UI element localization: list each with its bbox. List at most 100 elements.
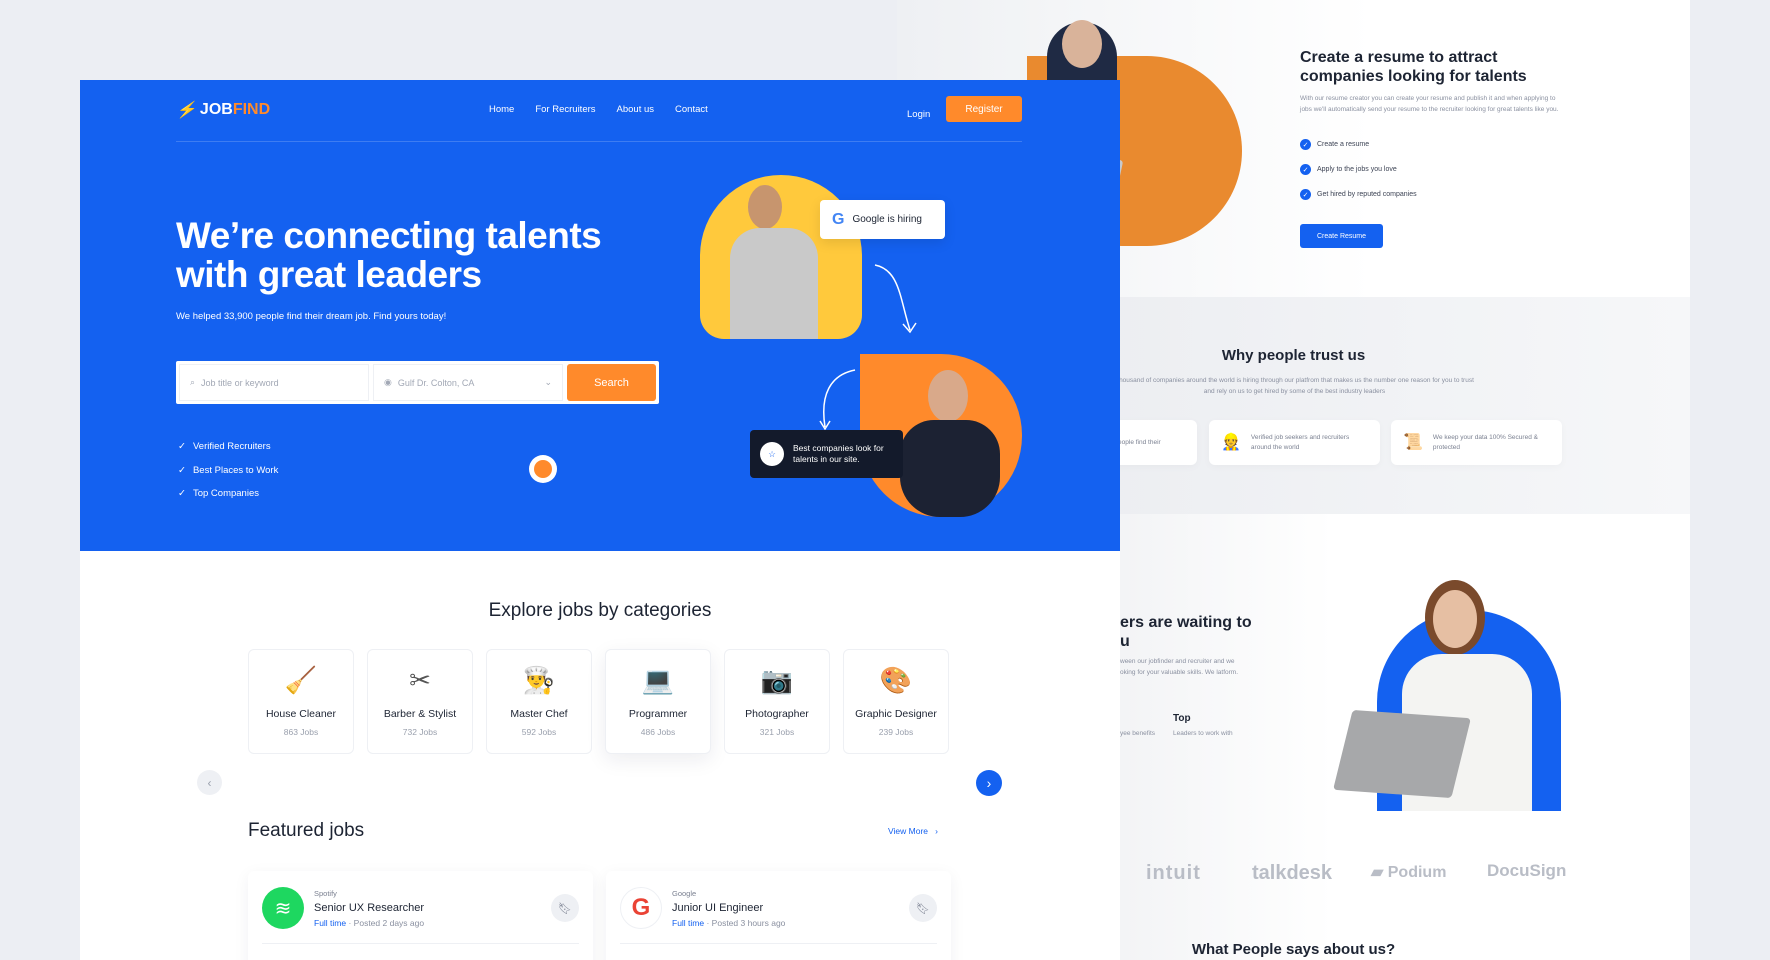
create-resume-button[interactable]: Create Resume — [1300, 224, 1383, 248]
barber-icon: ✂ — [409, 665, 431, 695]
login-link-text[interactable]: Login — [907, 109, 930, 120]
curved-arrow-icon — [874, 264, 917, 334]
docusign-logo: DocuSign — [1487, 861, 1567, 880]
chevron-right-icon: › — [986, 775, 992, 791]
waiting-title: ers are waiting to u — [1120, 614, 1252, 650]
check-label: Top Companies — [192, 488, 259, 499]
verified-user-icon: 👷 — [1221, 433, 1241, 451]
check-icon: ✓ — [178, 488, 186, 499]
stat-2-label: Leaders to work with — [1173, 730, 1233, 737]
man-head — [748, 185, 782, 229]
photographer-icon: 📷 — [760, 665, 794, 695]
resume-check-2: ✓ Apply to the jobs you love — [1300, 164, 1397, 175]
trust-card-text: Verified job seekers and recruiters arou… — [1250, 433, 1350, 451]
podium-logo-text: Podium — [1387, 864, 1447, 881]
nav-home[interactable]: Home — [489, 104, 514, 115]
nav-for-recruiters[interactable]: For Recruiters — [535, 104, 595, 115]
categories-title: Explore jobs by categories — [488, 600, 712, 621]
man-suit — [900, 420, 1000, 517]
login-link[interactable]: Login — [907, 104, 930, 122]
star-icon: ☆ — [760, 442, 784, 466]
job-search-bar: ⌕ Job title or keyword ◉ Gulf Dr. Colton, … — [176, 361, 659, 404]
stat-2-title: Top — [1173, 713, 1191, 724]
register-button[interactable]: Register — [946, 96, 1022, 122]
man-head — [928, 370, 968, 422]
category-count: 732 Jobs — [402, 727, 438, 737]
category-card[interactable]: 🧹 House Cleaner 863 Jobs — [248, 649, 354, 754]
job-card[interactable]: ≋ Spotify Senior UX Researcher Full time · … — [248, 871, 593, 960]
resume-title: Create a resume to attract companies loo… — [1300, 49, 1527, 85]
check-circle-icon: ✓ — [1300, 189, 1311, 200]
category-count: 321 Jobs — [759, 727, 795, 737]
category-card[interactable]: 🎨 Graphic Designer 239 Jobs — [843, 649, 949, 754]
bookmark-icon: 🔖︎ — [558, 902, 572, 915]
job-card[interactable]: G Google Junior UI Engineer Full time · Pos… — [606, 871, 951, 960]
hero-check-3: ✓ Top Companies — [178, 488, 259, 499]
nav-divider — [176, 141, 1022, 142]
hero-headline: We’re connecting talents with great lead… — [176, 215, 602, 295]
briefcase-icon — [534, 460, 552, 478]
google-logo-icon: G — [620, 887, 662, 929]
stat-1-label: yee benefits — [1120, 730, 1156, 737]
company-name: Spotify — [314, 888, 337, 898]
spotify-logo-icon: ≋ — [262, 887, 304, 929]
check-icon: ✓ — [178, 441, 186, 452]
category-name: Barber & Stylist — [383, 708, 457, 720]
view-more-link[interactable]: View More › — [888, 826, 938, 836]
nav-contact[interactable]: Contact — [675, 104, 708, 115]
carousel-prev-button[interactable]: ‹ — [197, 770, 222, 795]
companies-badge: ☆ Best companies look for talents in our … — [750, 430, 903, 478]
view-more-text[interactable]: View More — [888, 826, 928, 836]
bookmark-button[interactable]: 🔖︎ — [909, 894, 937, 922]
nav-about-us[interactable]: About us — [617, 104, 655, 115]
check-label: Best Places to Work — [192, 465, 279, 476]
intuit-logo: intuit — [1146, 862, 1201, 884]
google-badge-text: Google is hiring — [852, 214, 922, 225]
jobfind-logo[interactable]: ⚡ JOB FIND — [176, 100, 270, 120]
check-circle-icon: ✓ — [1300, 164, 1311, 175]
hero-section: ⚡ JOB FIND Home For Recruiters About us C… — [80, 80, 1120, 551]
category-count: 486 Jobs — [640, 727, 676, 737]
curved-arrow-icon — [819, 369, 856, 431]
category-card[interactable]: 👨‍🍳 Master Chef 592 Jobs — [486, 649, 592, 754]
category-card[interactable]: 📷 Photographer 321 Jobs — [724, 649, 830, 754]
check-circle-icon: ✓ — [1300, 139, 1311, 150]
laptop-shape — [1333, 709, 1471, 799]
featured-job-list: ≋ Spotify Senior UX Researcher Full time · … — [248, 871, 951, 960]
job-card-divider — [620, 943, 937, 944]
chevron-left-icon: ‹ — [207, 775, 212, 790]
man-head — [1062, 20, 1102, 68]
category-count: 592 Jobs — [521, 727, 557, 737]
trust-card: 👷 Verified job seekers and recruiters aro… — [1209, 420, 1380, 465]
search-button[interactable]: Search — [567, 364, 656, 401]
podium-logo: ▰ Podium — [1371, 864, 1447, 881]
secure-document-icon: 📜 — [1403, 433, 1423, 451]
cleaner-icon: 🧹 — [284, 665, 318, 695]
category-name: Programmer — [628, 708, 688, 720]
location-value: Gulf Dr. Colton, CA — [397, 377, 475, 388]
keyword-input[interactable]: ⌕ Job title or keyword — [179, 364, 369, 401]
scroll-indicator[interactable] — [529, 455, 557, 483]
hero-check-2: ✓ Best Places to Work — [178, 465, 278, 476]
trust-description: Thousand of companies around the world i… — [1115, 377, 1474, 395]
google-logo-icon: G — [832, 210, 845, 228]
bookmark-button[interactable]: 🔖︎ — [551, 894, 579, 922]
programmer-icon: 💻 — [641, 665, 675, 695]
category-card[interactable]: ✂ Barber & Stylist 732 Jobs — [367, 649, 473, 754]
location-select[interactable]: ◉ Gulf Dr. Colton, CA ⌄ — [373, 364, 563, 401]
landing-page: ⚡ JOB FIND Home For Recruiters About us C… — [80, 80, 1120, 960]
category-name: House Cleaner — [265, 708, 337, 720]
carousel-next-button[interactable]: › — [976, 770, 1002, 796]
google-hiring-badge: G Google is hiring — [820, 200, 945, 239]
job-title: Junior UI Engineer — [672, 901, 764, 914]
company-name: Google — [672, 888, 697, 898]
category-count: 239 Jobs — [878, 727, 914, 737]
category-name: Photographer — [745, 708, 809, 720]
check-icon: ✓ — [178, 465, 186, 476]
chevron-down-icon: ⌄ — [544, 377, 552, 387]
hero-subtext: We helped 33,900 people find their dream… — [176, 311, 447, 322]
category-card[interactable]: 💻 Programmer 486 Jobs — [605, 649, 711, 754]
check-label: Create a resume — [1317, 141, 1370, 148]
keyword-placeholder: Job title or keyword — [201, 377, 279, 388]
trust-card: 📜 We keep your data 100% Secured & protec… — [1391, 420, 1562, 465]
